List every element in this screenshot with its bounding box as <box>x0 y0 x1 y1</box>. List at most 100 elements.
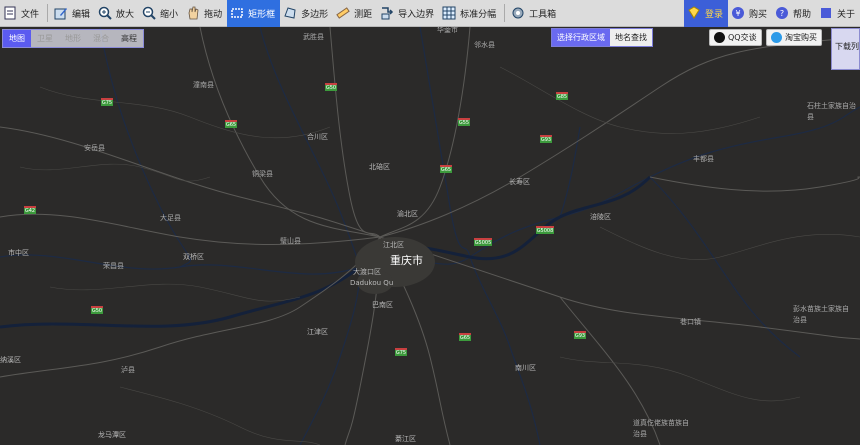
toolbar-buy-label: 购买 <box>748 9 767 20</box>
place-label: 彭水苗族土家族自治县 <box>793 305 849 324</box>
highway-shield: G50 <box>325 83 337 91</box>
region-controls: 选择行政区域 地名查找 <box>551 28 653 47</box>
toolbar-rectangle-label: 矩形框 <box>248 9 276 20</box>
help-icon: ? <box>774 5 790 21</box>
toolbar-toolbox-button[interactable]: 工具箱 <box>508 0 561 27</box>
map-canvas[interactable] <box>0 27 860 445</box>
place-label: 南川区 <box>515 364 536 372</box>
polygon-icon <box>282 5 298 21</box>
svg-text:¥: ¥ <box>735 9 740 18</box>
highway-shield: G42 <box>24 206 36 214</box>
toolbar-import-boundary-label: 导入边界 <box>398 9 435 20</box>
place-label: 道真仡佬族苗族自治县 <box>633 419 689 438</box>
highway-shield: G93 <box>574 331 586 339</box>
place-label: 铜梁县 <box>252 170 273 178</box>
toolbar-help-button[interactable]: ? 帮助 <box>772 0 816 27</box>
user-icon <box>686 5 702 21</box>
toolbar-zoom-in-button[interactable]: 放大 <box>95 0 139 27</box>
toolbar-toolbox-label: 工具箱 <box>529 9 557 20</box>
toolbar-login-button[interactable]: 登录 <box>683 0 728 27</box>
tab-hybrid[interactable]: 混合 <box>87 30 115 47</box>
taobao-buy-button[interactable]: 淘宝购买 <box>766 29 822 46</box>
toolbar-grid-label: 标准分幅 <box>460 9 497 20</box>
toolbar-zoom-in-label: 放大 <box>116 9 135 20</box>
highway-shield: G65 <box>459 333 471 341</box>
place-label: 大足县 <box>160 214 181 222</box>
place-label: 双桥区 <box>183 253 204 261</box>
place-label: 渝北区 <box>397 210 418 218</box>
place-label: 涪陵区 <box>590 213 611 221</box>
place-label: 江北区 <box>383 241 404 249</box>
place-label: 泸县 <box>121 366 135 374</box>
edit-icon <box>53 5 69 21</box>
highway-shield: G65 <box>440 165 452 173</box>
hand-icon <box>185 5 201 21</box>
place-search-button[interactable]: 地名查找 <box>610 29 652 46</box>
toolbar-file-button[interactable]: 文件 <box>0 0 44 27</box>
select-region-button[interactable]: 选择行政区域 <box>552 29 610 46</box>
toolbar-rectangle-button[interactable]: 矩形框 <box>227 0 281 27</box>
place-label: 大渡口区 <box>353 268 381 276</box>
toolbar-pan-label: 拖动 <box>204 9 223 20</box>
place-label: 璧山县 <box>280 237 301 245</box>
ruler-icon <box>335 5 351 21</box>
toolbar-zoom-out-label: 缩小 <box>160 9 179 20</box>
toolbar-file-label: 文件 <box>21 9 40 20</box>
tab-terrain[interactable]: 地形 <box>59 30 87 47</box>
highway-shield: G75 <box>395 348 407 356</box>
toolbar-buy-button[interactable]: ¥ 购买 <box>728 0 772 27</box>
place-label: 长寿区 <box>509 178 530 186</box>
city-label-chongqing: 重庆市 <box>390 254 423 267</box>
highway-shield: G65 <box>225 120 237 128</box>
toolbar-separator <box>47 4 49 22</box>
toolbar-help-label: 帮助 <box>792 9 811 20</box>
toolbar-about-button[interactable]: 关于 <box>816 0 860 27</box>
toolbox-icon <box>510 5 526 21</box>
highway-shield: G5008 <box>536 226 554 234</box>
place-label: 江津区 <box>307 328 328 336</box>
place-label: 市中区 <box>8 249 29 257</box>
toolbar-polygon-button[interactable]: 多边形 <box>280 0 333 27</box>
map-type-tabs: 地图 卫星 地形 混合 高程 <box>2 29 144 48</box>
toolbar-separator <box>504 4 506 22</box>
taobao-icon <box>771 32 782 43</box>
toolbar-measure-button[interactable]: 测距 <box>333 0 377 27</box>
highway-shield: G93 <box>540 135 552 143</box>
toolbar-login-label: 登录 <box>704 9 723 20</box>
toolbar-edit-label: 编辑 <box>72 9 91 20</box>
main-toolbar: 文件 编辑 放大 缩小 拖动 矩形框 多边形 测距 导入边界 标准分幅 工具箱 … <box>0 0 860 27</box>
place-label: 荣昌县 <box>103 262 124 270</box>
place-label: 巷口镇 <box>680 318 701 326</box>
tab-map[interactable]: 地图 <box>3 30 31 47</box>
tab-elevation[interactable]: 高程 <box>115 30 143 47</box>
highway-shield: G50 <box>91 306 103 314</box>
place-label: 石柱土家族自治县 <box>807 102 856 121</box>
tab-satellite[interactable]: 卫星 <box>31 30 59 47</box>
place-label: 綦江区 <box>395 435 416 443</box>
highway-shield: G85 <box>556 92 568 100</box>
place-label: 纳溪区 <box>0 356 21 364</box>
cart-icon: ¥ <box>730 5 746 21</box>
highway-shield: G75 <box>101 98 113 106</box>
place-label: 武胜县 <box>303 33 324 41</box>
qq-chat-button[interactable]: QQ交谈 <box>709 29 762 46</box>
toolbar-grid-button[interactable]: 标准分幅 <box>439 0 501 27</box>
toolbar-import-boundary-button[interactable]: 导入边界 <box>377 0 439 27</box>
place-label: 丰都县 <box>693 155 714 163</box>
place-label: 潼南县 <box>193 81 214 89</box>
qq-icon <box>714 32 725 43</box>
toolbar-polygon-label: 多边形 <box>301 9 329 20</box>
toolbar-measure-label: 测距 <box>354 9 373 20</box>
place-label: 巴南区 <box>372 301 393 309</box>
qq-chat-label: QQ交谈 <box>728 33 757 42</box>
toolbar-pan-button[interactable]: 拖动 <box>183 0 227 27</box>
place-label: 合川区 <box>307 133 328 141</box>
download-list-button[interactable]: 下载列表 <box>831 28 860 70</box>
toolbar-edit-button[interactable]: 编辑 <box>51 0 95 27</box>
file-icon <box>2 5 18 21</box>
place-label: 安岳县 <box>84 144 105 152</box>
toolbar-zoom-out-button[interactable]: 缩小 <box>139 0 183 27</box>
highway-shield: G5005 <box>474 238 492 246</box>
place-label: 北碚区 <box>369 163 390 171</box>
import-boundary-icon <box>379 5 395 21</box>
